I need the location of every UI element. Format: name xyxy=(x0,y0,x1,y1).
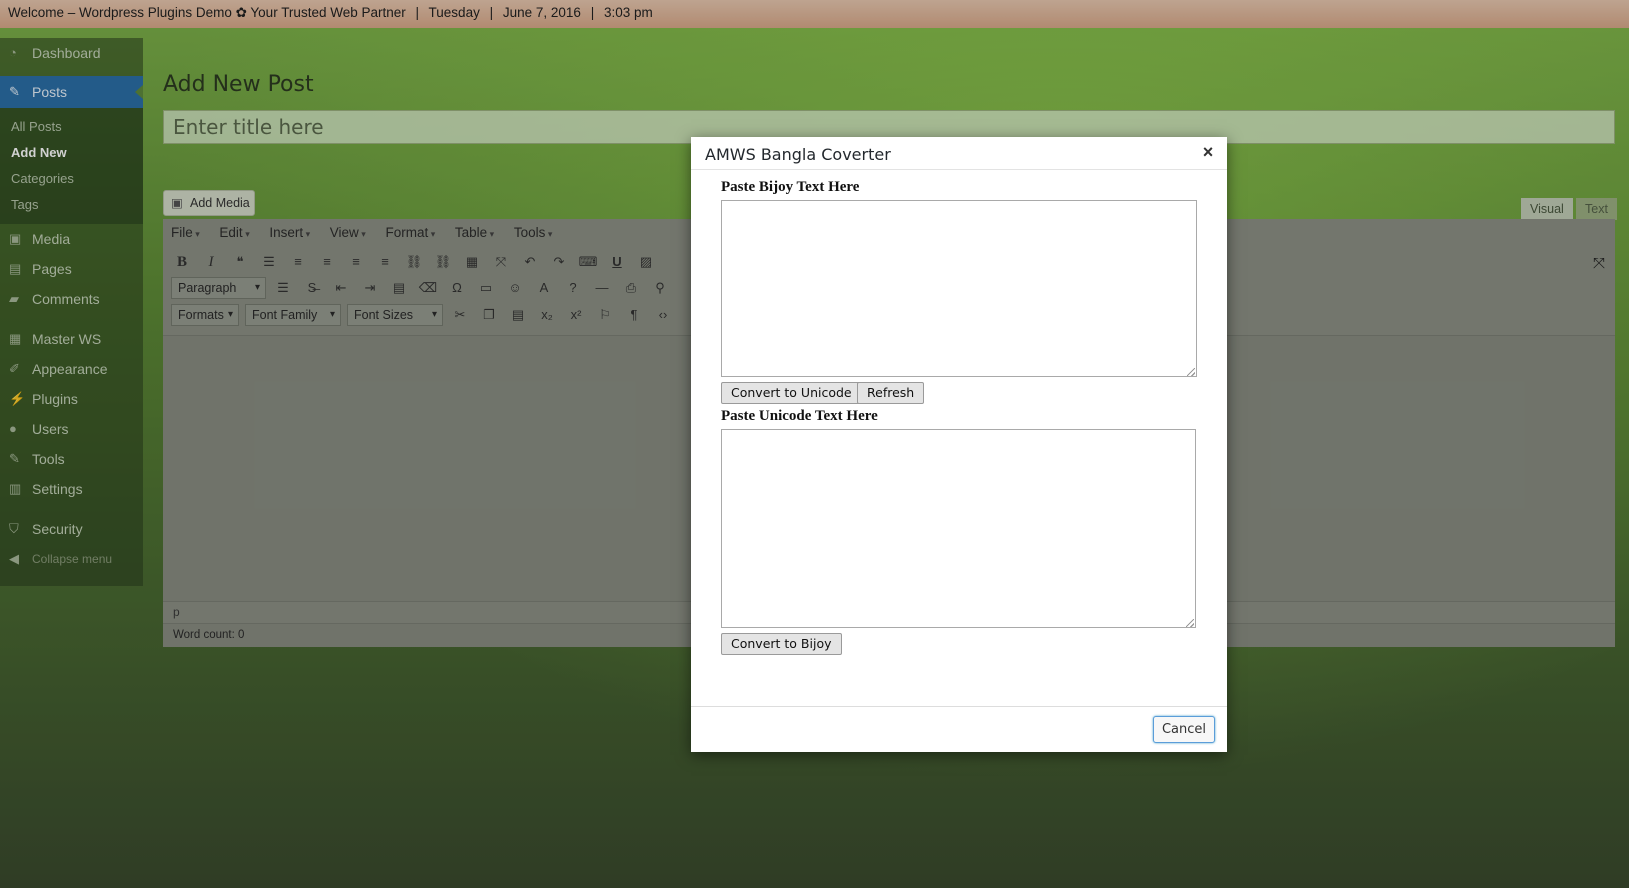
dialog-header: AMWS Bangla Coverter × xyxy=(691,137,1227,170)
dialog-title: AMWS Bangla Coverter xyxy=(705,145,891,164)
bijoy-textarea-wrap xyxy=(691,200,1227,378)
close-icon[interactable]: × xyxy=(1197,141,1219,163)
unicode-textarea[interactable] xyxy=(721,429,1196,628)
bangla-converter-dialog: AMWS Bangla Coverter × Paste Bijoy Text … xyxy=(691,137,1227,752)
cancel-button[interactable]: Cancel xyxy=(1152,716,1215,743)
unicode-text-label: Paste Unicode Text Here xyxy=(721,408,878,424)
refresh-button[interactable]: Refresh xyxy=(857,382,925,404)
convert-to-unicode-button[interactable]: Convert to Unicode xyxy=(721,382,862,404)
convert-to-bijoy-button[interactable]: Convert to Bijoy xyxy=(721,633,842,655)
bijoy-text-label: Paste Bijoy Text Here xyxy=(721,179,860,195)
dialog-footer: Cancel xyxy=(691,706,1227,752)
unicode-textarea-wrap xyxy=(691,429,1227,629)
bijoy-textarea[interactable] xyxy=(721,200,1197,377)
